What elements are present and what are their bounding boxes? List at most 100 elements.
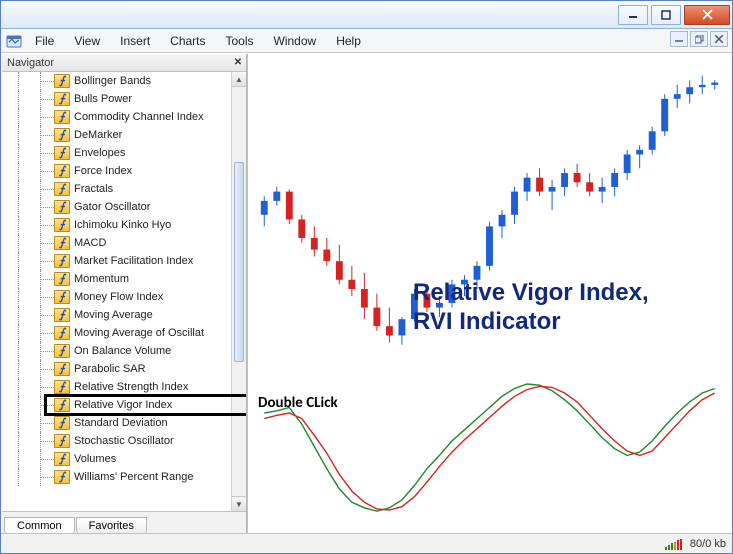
indicator-label: Parabolic SAR — [74, 363, 146, 375]
statusbar: 80/0 kb — [1, 533, 732, 553]
function-icon — [54, 344, 70, 358]
indicator-tree-item[interactable]: Money Flow Index — [2, 288, 231, 306]
function-icon — [54, 164, 70, 178]
close-button[interactable] — [684, 5, 730, 25]
indicator-tree-item[interactable]: Envelopes — [2, 144, 231, 162]
menu-tools[interactable]: Tools — [216, 29, 264, 52]
navigator-tabs: Common Favorites — [2, 511, 246, 533]
maximize-button[interactable] — [651, 5, 681, 25]
navigator-close-button[interactable]: ✕ — [231, 56, 245, 70]
navigator-title: Navigator — [7, 57, 54, 69]
tab-favorites[interactable]: Favorites — [76, 517, 147, 534]
function-icon — [54, 434, 70, 448]
indicator-label: Relative Vigor Index — [74, 399, 172, 411]
indicator-label: Momentum — [74, 273, 129, 285]
indicator-tree-item[interactable]: Commodity Channel Index — [2, 108, 231, 126]
indicator-label: Standard Deviation — [74, 417, 168, 429]
function-icon — [54, 236, 70, 250]
indicator-tree-item[interactable]: On Balance Volume — [2, 342, 231, 360]
minimize-button[interactable] — [618, 5, 648, 25]
indicator-label: Fractals — [74, 183, 113, 195]
function-icon — [54, 470, 70, 484]
indicator-label: Relative Strength Index — [74, 381, 188, 393]
annotation-rvi-line2: RVI Indicator — [413, 308, 649, 337]
scroll-down-button[interactable]: ▼ — [232, 496, 246, 511]
indicator-tree-item[interactable]: Ichimoku Kinko Hyo — [2, 216, 231, 234]
function-icon — [54, 452, 70, 466]
indicator-tree-item[interactable]: Fractals — [2, 180, 231, 198]
function-icon — [54, 326, 70, 340]
indicator-tree-item[interactable]: DeMarker — [2, 126, 231, 144]
indicator-tree-item[interactable]: MACD — [2, 234, 231, 252]
menu-file[interactable]: File — [25, 29, 64, 52]
menu-view[interactable]: View — [64, 29, 110, 52]
function-icon — [54, 74, 70, 88]
menubar: File View Insert Charts Tools Window Hel… — [1, 29, 732, 53]
indicator-label: Money Flow Index — [74, 291, 163, 303]
indicator-label: Moving Average of Oscillat — [74, 327, 204, 339]
indicator-label: Force Index — [74, 165, 132, 177]
indicator-label: Gator Oscillator — [74, 201, 150, 213]
mdi-controls — [670, 31, 728, 47]
indicator-tree-item[interactable]: Gator Oscillator — [2, 198, 231, 216]
indicator-tree-item[interactable]: Relative Vigor Index — [2, 396, 231, 414]
menu-charts[interactable]: Charts — [160, 29, 215, 52]
tab-common[interactable]: Common — [4, 517, 75, 534]
indicator-label: Ichimoku Kinko Hyo — [74, 219, 171, 231]
annotation-rvi-title: Relative Vigor Index, RVI Indicator — [413, 279, 649, 337]
mdi-minimize-button[interactable] — [670, 31, 688, 47]
function-icon — [54, 308, 70, 322]
restore-icon — [695, 35, 704, 44]
function-icon — [54, 146, 70, 160]
indicator-label: MACD — [74, 237, 106, 249]
connection-bars-icon — [665, 538, 682, 550]
navigator-scrollbar[interactable]: ▲ ▼ — [231, 72, 246, 511]
status-kb: 80/0 kb — [690, 538, 726, 550]
app-icon[interactable] — [3, 29, 25, 52]
mdi-close-button[interactable] — [710, 31, 728, 47]
indicator-tree-item[interactable]: Williams' Percent Range — [2, 468, 231, 486]
mdi-restore-button[interactable] — [690, 31, 708, 47]
indicator-label: Envelopes — [74, 147, 125, 159]
function-icon — [54, 128, 70, 142]
menu-help[interactable]: Help — [326, 29, 371, 52]
indicator-label: Market Facilitation Index — [74, 255, 193, 267]
indicator-label: DeMarker — [74, 129, 122, 141]
indicator-tree-item[interactable]: Bollinger Bands — [2, 72, 231, 90]
scroll-thumb[interactable] — [234, 162, 244, 362]
navigator-tree-wrap: Bollinger Bands Bulls Power Commodity Chan… — [2, 72, 246, 511]
navigator-tree[interactable]: Bollinger Bands Bulls Power Commodity Chan… — [2, 72, 231, 511]
indicator-tree-item[interactable]: Market Facilitation Index — [2, 252, 231, 270]
indicator-label: Bollinger Bands — [74, 75, 151, 87]
function-icon — [54, 416, 70, 430]
indicator-tree-item[interactable]: Standard Deviation — [2, 414, 231, 432]
workspace: Navigator ✕ Bollinger Bands Bulls Power Co… — [2, 54, 731, 533]
window-controls — [618, 5, 730, 25]
menu-insert[interactable]: Insert — [110, 29, 160, 52]
indicator-tree-item[interactable]: Momentum — [2, 270, 231, 288]
function-icon — [54, 182, 70, 196]
function-icon — [54, 218, 70, 232]
minimize-icon — [675, 35, 683, 43]
mt-icon — [6, 33, 22, 49]
indicator-label: Commodity Channel Index — [74, 111, 204, 123]
indicator-label: On Balance Volume — [74, 345, 171, 357]
indicator-tree-item[interactable]: Moving Average of Oscillat — [2, 324, 231, 342]
indicator-tree-item[interactable]: Relative Strength Index — [2, 378, 231, 396]
scroll-up-button[interactable]: ▲ — [232, 72, 246, 87]
indicator-tree-item[interactable]: Stochastic Oscillator — [2, 432, 231, 450]
chart-area[interactable]: Double CLick Relative Vigor Index, RVI I… — [247, 54, 731, 533]
indicator-label: Bulls Power — [74, 93, 132, 105]
menu-window[interactable]: Window — [264, 29, 327, 52]
indicator-tree-item[interactable]: Volumes — [2, 450, 231, 468]
indicator-tree-item[interactable]: Bulls Power — [2, 90, 231, 108]
indicator-tree-item[interactable]: Force Index — [2, 162, 231, 180]
function-icon — [54, 290, 70, 304]
indicator-tree-item[interactable]: Moving Average — [2, 306, 231, 324]
minimize-icon — [628, 10, 638, 20]
function-icon — [54, 200, 70, 214]
indicator-tree-item[interactable]: Parabolic SAR — [2, 360, 231, 378]
function-icon — [54, 272, 70, 286]
app-window: File View Insert Charts Tools Window Hel… — [0, 0, 733, 554]
indicator-label: Moving Average — [74, 309, 153, 321]
